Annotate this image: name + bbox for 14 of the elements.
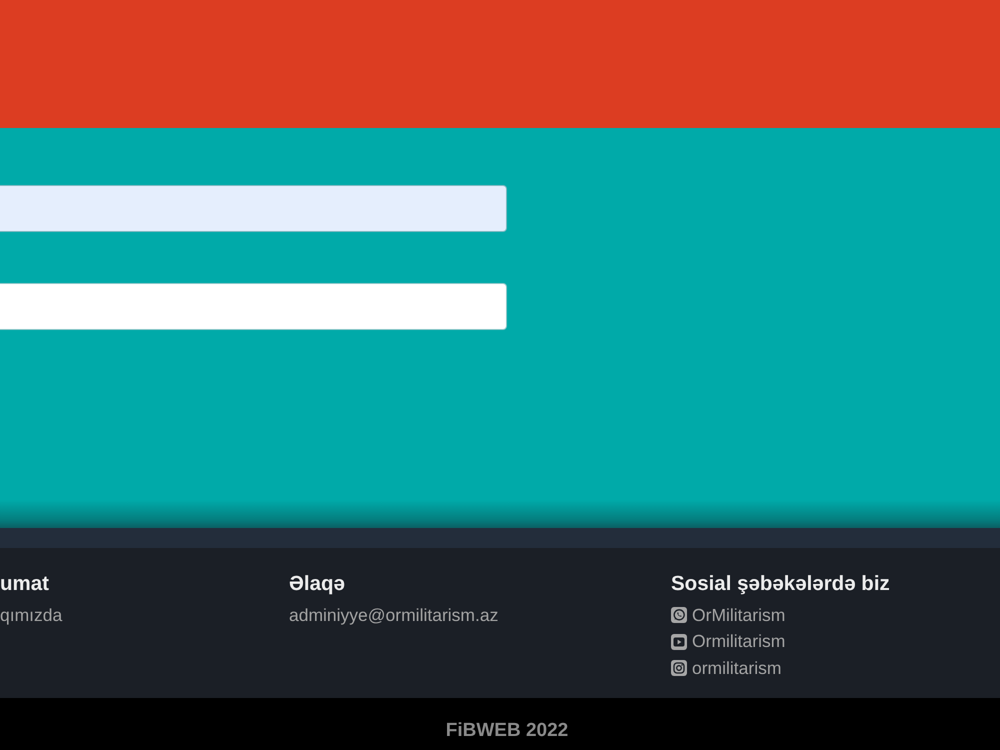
input-field[interactable] xyxy=(0,185,507,232)
chat-bubble-icon[interactable] xyxy=(671,607,687,624)
footer-heading: Sosial şəbəkələrdə biz xyxy=(671,572,890,596)
input-field[interactable] xyxy=(0,283,507,330)
social-link[interactable]: OrMilitarism xyxy=(692,604,786,626)
social-link[interactable]: Ormilitarism xyxy=(692,631,786,652)
footer-link[interactable]: adminiyye@ormilitarism.az xyxy=(289,604,498,626)
footer-link[interactable]: qımızda xyxy=(0,604,62,626)
camera-icon[interactable] xyxy=(671,660,687,676)
footer-heading: umat xyxy=(0,572,49,596)
social-link[interactable]: ormilitarism xyxy=(692,658,782,679)
play-button-icon[interactable] xyxy=(671,634,687,650)
footer-heading: Əlaqə xyxy=(289,572,345,596)
copyright-text: FiBWEB 2022 xyxy=(446,720,568,742)
